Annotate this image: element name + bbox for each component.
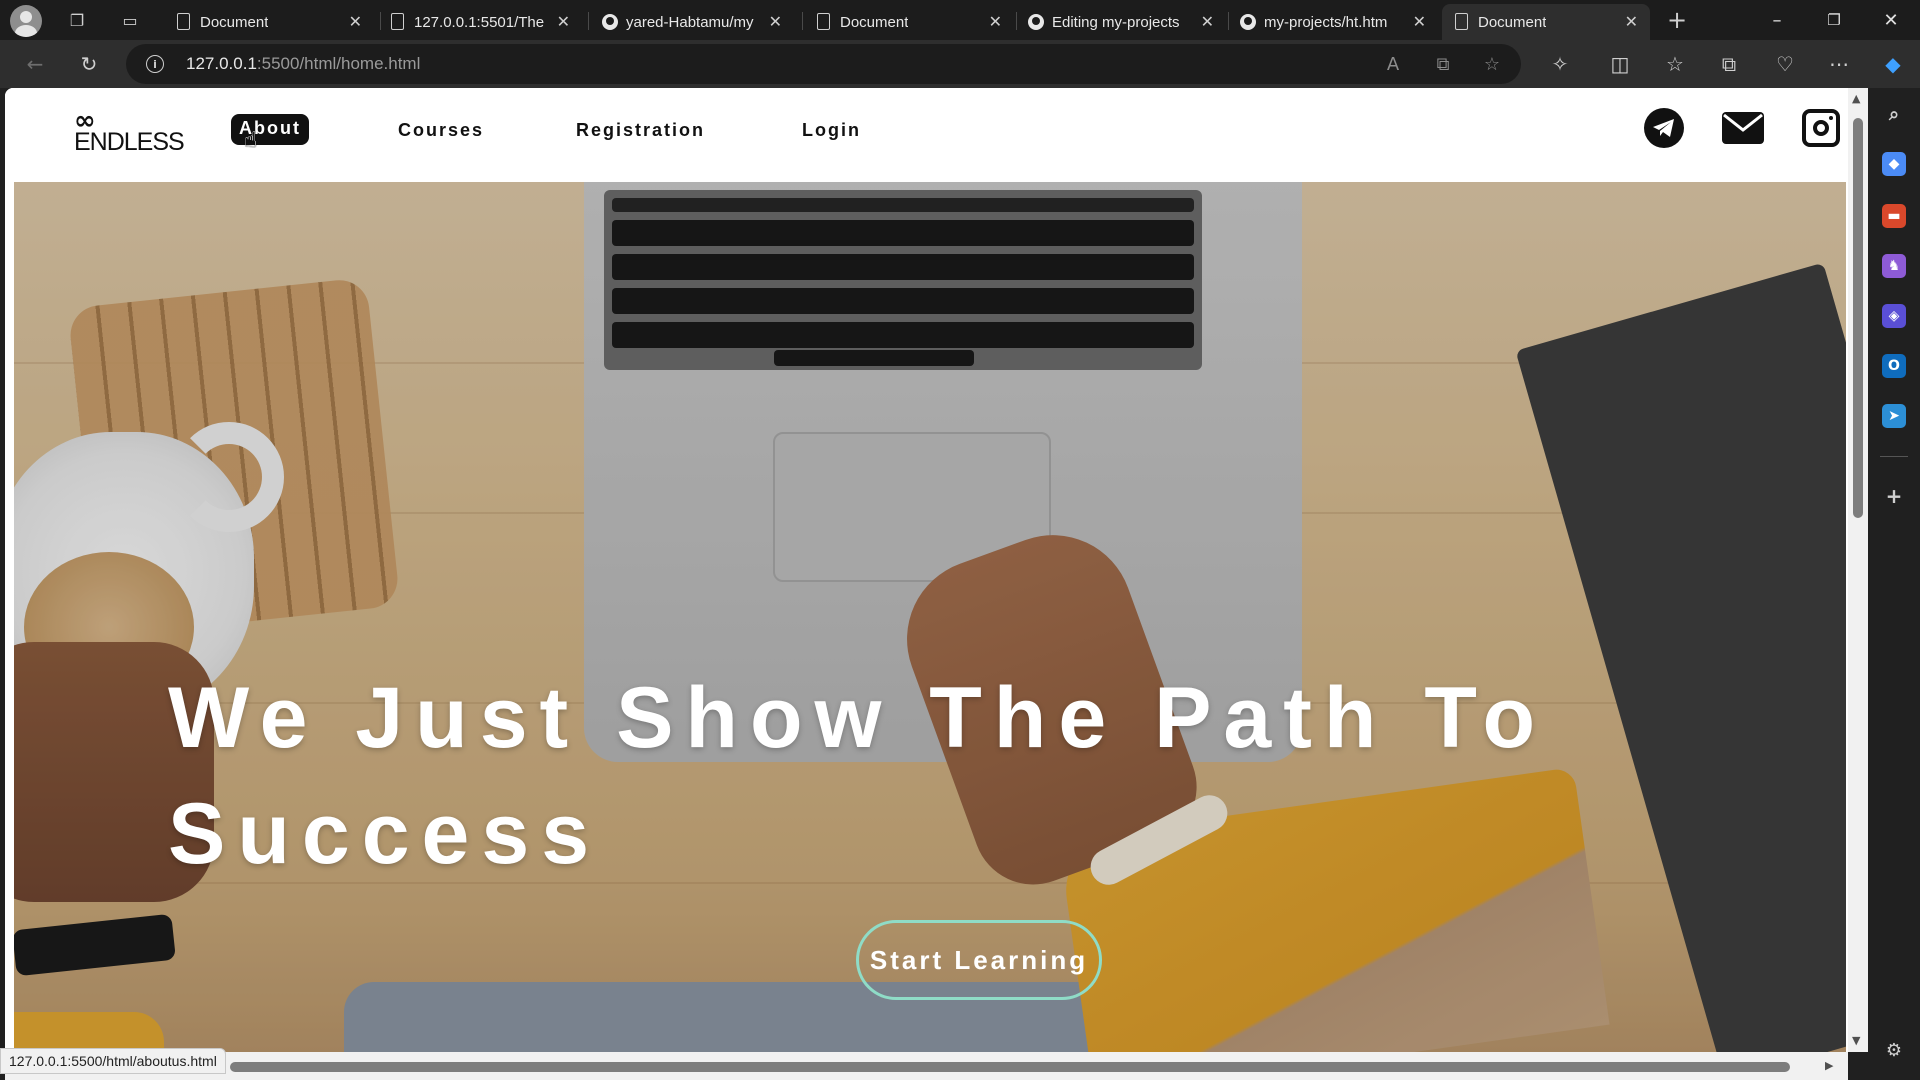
vertical-scrollbar[interactable]: ▲ ▼ xyxy=(1848,88,1868,1052)
refresh-icon[interactable]: ↻ xyxy=(74,50,104,78)
info-icon[interactable]: i xyxy=(146,55,164,73)
github-icon xyxy=(602,14,618,30)
logo-text: ENDLESS xyxy=(74,128,185,156)
vertical-scroll-thumb[interactable] xyxy=(1853,118,1863,518)
browser-essentials-icon[interactable]: ♡ xyxy=(1770,50,1800,78)
document-icon xyxy=(177,13,190,30)
tab-title: Document xyxy=(1478,13,1547,31)
telegram-icon[interactable] xyxy=(1644,108,1684,148)
minimize-icon[interactable]: – xyxy=(1762,6,1792,34)
edge-sidebar: ⌕ ◆ ▬ ♞ ◈ O ➤ + ⚙ xyxy=(1868,88,1920,1080)
shopping-tag-icon[interactable]: ◆ xyxy=(1882,152,1906,176)
read-aloud-icon[interactable]: A xyxy=(1380,52,1406,76)
collections-icon[interactable]: ⧉ xyxy=(1714,50,1744,78)
microsoft-365-icon[interactable]: ◈ xyxy=(1882,304,1906,328)
nav-registration-link[interactable]: Registration xyxy=(576,120,705,141)
document-icon xyxy=(1455,13,1468,30)
nav-courses-link[interactable]: Courses xyxy=(398,120,484,141)
drop-send-icon[interactable]: ➤ xyxy=(1882,404,1906,428)
document-icon xyxy=(391,13,404,30)
close-icon[interactable]: ✕ xyxy=(769,12,782,32)
document-icon xyxy=(817,13,830,30)
tab-title: yared-Habtamu/my xyxy=(626,13,754,31)
mail-icon[interactable] xyxy=(1722,112,1764,144)
extensions-icon[interactable]: ✧ xyxy=(1545,50,1575,78)
sidebar-settings-gear-icon[interactable]: ⚙ xyxy=(1882,1038,1906,1062)
tab-title: Document xyxy=(200,13,269,31)
scroll-up-icon[interactable]: ▲ xyxy=(1852,92,1860,105)
browser-tab[interactable]: yared-Habtamu/my ✕ xyxy=(590,4,794,40)
github-icon xyxy=(1028,14,1044,30)
app-available-icon[interactable]: ⧉ xyxy=(1430,52,1456,76)
tab-title: Document xyxy=(840,13,909,31)
browser-tab[interactable]: my-projects/ht.htm ✕ xyxy=(1228,4,1438,40)
browser-tab[interactable]: Document ✕ xyxy=(164,4,374,40)
close-icon[interactable]: ✕ xyxy=(1413,12,1426,32)
tab-actions-icon[interactable]: ▭ xyxy=(117,8,143,32)
profile-avatar[interactable] xyxy=(10,5,42,37)
browser-tab[interactable]: Document ✕ xyxy=(804,4,1014,40)
hero-headline: We Just Show The Path To Success xyxy=(168,670,1547,882)
copilot-icon[interactable]: ◆ xyxy=(1878,50,1908,78)
page-viewport: ∞ ENDLESS About ☝ Courses Registration L… xyxy=(5,88,1848,1052)
tools-briefcase-icon[interactable]: ▬ xyxy=(1882,204,1906,228)
split-screen-icon[interactable]: ◫ xyxy=(1605,50,1635,78)
new-tab-icon[interactable]: + xyxy=(1664,6,1690,34)
url-path: :5500/html/home.html xyxy=(256,54,421,73)
start-learning-button[interactable]: Start Learning xyxy=(856,920,1102,1000)
more-menu-icon[interactable]: ⋯ xyxy=(1824,50,1854,78)
horizontal-scrollbar[interactable]: ▶ xyxy=(5,1052,1848,1080)
close-icon[interactable]: ✕ xyxy=(989,12,1002,32)
tab-title: 127.0.0.1:5501/The E xyxy=(414,13,544,31)
close-icon[interactable]: ✕ xyxy=(557,12,570,32)
scroll-down-icon[interactable]: ▼ xyxy=(1852,1034,1860,1047)
search-icon[interactable]: ⌕ xyxy=(1882,102,1906,126)
browser-window: ❐ ▭ Document ✕ 127.0.0.1:5501/The E ✕ ya… xyxy=(0,0,1920,1080)
mouse-cursor-icon: ☝ xyxy=(244,128,258,153)
close-icon[interactable]: ✕ xyxy=(1625,12,1638,32)
browser-tab[interactable]: 127.0.0.1:5501/The E ✕ xyxy=(378,4,582,40)
address-toolbar: ← ↻ i 127.0.0.1:5500/html/home.html A ⧉ … xyxy=(0,40,1920,88)
outlook-icon[interactable]: O xyxy=(1882,354,1906,378)
url-host: 127.0.0.1 xyxy=(186,54,257,73)
close-icon[interactable]: ✕ xyxy=(349,12,362,32)
address-bar[interactable]: i 127.0.0.1:5500/html/home.html A ⧉ ☆ xyxy=(126,44,1521,84)
browser-tab[interactable]: Editing my-projects ✕ xyxy=(1016,4,1226,40)
nav-login-link[interactable]: Login xyxy=(802,120,861,141)
hero-section: We Just Show The Path To Success Start L… xyxy=(14,182,1846,1052)
close-window-icon[interactable]: ✕ xyxy=(1876,6,1906,34)
browser-tab-active[interactable]: Document ✕ xyxy=(1442,4,1650,40)
site-navbar: ∞ ENDLESS About ☝ Courses Registration L… xyxy=(5,88,1848,182)
games-icon[interactable]: ♞ xyxy=(1882,254,1906,278)
tab-title: Editing my-projects xyxy=(1052,13,1180,31)
workspaces-icon[interactable]: ❐ xyxy=(64,8,90,32)
nav-about-link[interactable]: About xyxy=(231,114,309,145)
site-logo[interactable]: ∞ ENDLESS xyxy=(69,106,185,162)
close-icon[interactable]: ✕ xyxy=(1201,12,1214,32)
restore-icon[interactable]: ❐ xyxy=(1819,6,1849,34)
url-text[interactable]: 127.0.0.1:5500/html/home.html xyxy=(186,54,420,74)
favorites-icon[interactable]: ☆ xyxy=(1660,50,1690,78)
add-sidebar-app-icon[interactable]: + xyxy=(1882,484,1906,508)
favorite-star-icon[interactable]: ☆ xyxy=(1479,52,1505,76)
tab-title: my-projects/ht.htm xyxy=(1264,13,1388,31)
link-status-bar: 127.0.0.1:5500/html/aboutus.html xyxy=(0,1048,226,1074)
horizontal-scroll-thumb[interactable] xyxy=(230,1062,1790,1072)
instagram-icon[interactable] xyxy=(1802,109,1840,147)
github-icon xyxy=(1240,14,1256,30)
scroll-right-icon[interactable]: ▶ xyxy=(1825,1059,1833,1072)
back-icon[interactable]: ← xyxy=(20,50,50,78)
tab-strip: ❐ ▭ Document ✕ 127.0.0.1:5501/The E ✕ ya… xyxy=(0,0,1920,40)
